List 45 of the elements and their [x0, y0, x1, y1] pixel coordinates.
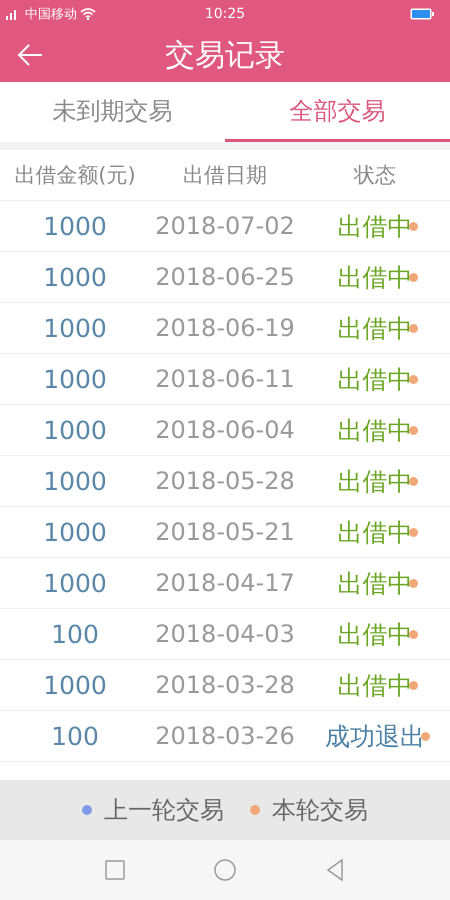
status-text: 出借中	[338, 516, 412, 548]
date-text: 2018-04-03	[155, 620, 295, 648]
status-text: 出借中	[338, 210, 412, 242]
battery-icon	[410, 8, 434, 20]
status-text: 成功退出	[325, 720, 425, 752]
date-text: 2018-07-02	[155, 212, 295, 240]
home-icon[interactable]	[213, 858, 237, 882]
amount-text: 1000	[43, 568, 107, 598]
amount-text: 1000	[43, 466, 107, 496]
date-text: 2018-05-21	[155, 518, 295, 546]
amount-text: 1000	[43, 212, 107, 240]
status-text: 出借中	[338, 364, 412, 396]
column-header: 状态	[352, 162, 397, 189]
amount-text: 1000	[43, 314, 107, 342]
clock-time: 10:25	[204, 6, 246, 22]
date-text: 2018-06-25	[155, 263, 295, 291]
amount-text: 1000	[43, 416, 107, 444]
amount-text: 100	[51, 620, 99, 648]
date-text: 2018-06-04	[155, 416, 295, 444]
carrier-name: 中国移动	[25, 6, 77, 23]
status-text: 出借中	[338, 670, 412, 702]
status-text: 出借中	[338, 262, 412, 294]
amount-text: 1000	[43, 262, 107, 292]
amount-text: 1000	[43, 364, 107, 394]
amount-text: 1000	[43, 518, 107, 546]
status-text: 出借中	[338, 568, 412, 600]
date-text: 2018-06-11	[155, 365, 295, 393]
date-text: 2018-03-26	[155, 722, 295, 750]
status-text: 出借中	[338, 312, 412, 344]
amount-text: 1000	[43, 670, 107, 700]
page-title: 交易记录	[165, 36, 285, 74]
square-icon[interactable]	[103, 858, 127, 882]
status-text: 出借中	[338, 466, 412, 498]
legend-label: 上一轮交易	[104, 795, 224, 826]
wifi-icon	[80, 8, 96, 20]
status-text: 出借中	[338, 414, 412, 446]
date-text: 2018-04-17	[155, 569, 295, 597]
date-text: 2018-06-19	[155, 314, 295, 342]
legend-label: 本轮交易	[272, 795, 368, 826]
status-text: 出借中	[338, 618, 412, 650]
amount-text: 100	[51, 722, 99, 750]
date-text: 2018-05-28	[155, 467, 295, 495]
column-header: 出借金额(元)	[13, 162, 137, 189]
date-text: 2018-03-28	[155, 671, 295, 699]
column-header: 出借日期	[182, 162, 268, 189]
